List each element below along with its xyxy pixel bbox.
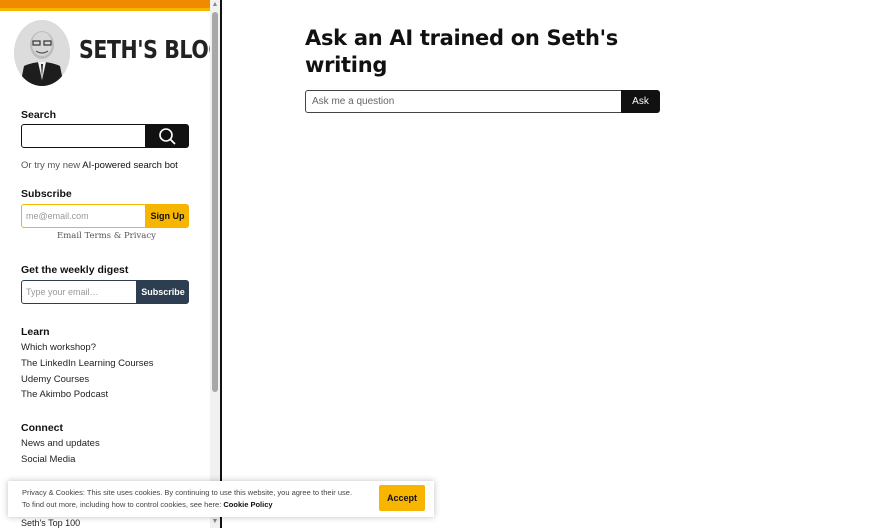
- search-heading: Search: [21, 109, 57, 121]
- connect-heading: Connect: [21, 422, 63, 434]
- author-avatar[interactable]: [14, 20, 70, 86]
- scrollbar-thumb[interactable]: [212, 12, 218, 392]
- connect-link-social[interactable]: Social Media: [21, 454, 75, 465]
- ask-question-input[interactable]: Ask me a question: [305, 90, 622, 113]
- search-button[interactable]: [146, 124, 189, 148]
- page-title: Ask an AI trained on Seth's writing: [305, 26, 619, 77]
- email-terms-link[interactable]: Email Terms & Privacy: [57, 231, 156, 241]
- ai-search-prefix: Or try my new: [21, 160, 83, 171]
- cookie-line-1: Privacy & Cookies: This site uses cookie…: [22, 488, 353, 497]
- ai-search-text: Or try my new AI-powered search bot: [21, 160, 178, 171]
- cookie-line-2: To find out more, including how to contr…: [22, 499, 352, 511]
- cookie-text: Privacy & Cookies: This site uses cookie…: [22, 487, 352, 511]
- cookie-line-2-text: To find out more, including how to contr…: [22, 500, 224, 509]
- digest-email-input[interactable]: Type your email…: [21, 280, 137, 304]
- connect-link-news[interactable]: News and updates: [21, 438, 100, 449]
- top-100-link[interactable]: Seth's Top 100: [21, 518, 80, 528]
- learn-link-akimbo[interactable]: The Akimbo Podcast: [21, 389, 108, 400]
- accept-cookies-button[interactable]: Accept: [379, 485, 425, 511]
- learn-link-linkedin[interactable]: The LinkedIn Learning Courses: [21, 358, 154, 369]
- learn-link-udemy[interactable]: Udemy Courses: [21, 374, 89, 385]
- digest-subscribe-button[interactable]: Subscribe: [137, 280, 189, 304]
- subscribe-heading: Subscribe: [21, 188, 72, 200]
- scroll-down-arrow-icon[interactable]: ▼: [211, 518, 219, 526]
- learn-heading: Learn: [21, 326, 50, 338]
- site-logo[interactable]: SETH'S BLOG: [79, 35, 210, 64]
- search-input[interactable]: [21, 124, 146, 148]
- author-portrait-icon: [14, 20, 70, 86]
- subscribe-email-input[interactable]: me@email.com: [21, 204, 146, 228]
- cookie-banner: Privacy & Cookies: This site uses cookie…: [8, 481, 434, 517]
- scroll-up-arrow-icon[interactable]: ▲: [211, 1, 219, 9]
- digest-heading: Get the weekly digest: [21, 264, 129, 276]
- sign-up-button[interactable]: Sign Up: [146, 204, 189, 228]
- sidebar-divider: [220, 0, 222, 528]
- search-icon: [159, 128, 176, 145]
- ask-button[interactable]: Ask: [621, 90, 660, 113]
- sidebar: SETH'S BLOG Search Or try my new AI-powe…: [0, 0, 210, 528]
- ai-search-link[interactable]: AI-powered search bot: [82, 160, 178, 171]
- cookie-policy-link[interactable]: Cookie Policy: [223, 500, 272, 509]
- accent-bar-orange: [0, 0, 210, 8]
- learn-link-workshop[interactable]: Which workshop?: [21, 342, 96, 353]
- accent-bar-yellow: [0, 8, 210, 11]
